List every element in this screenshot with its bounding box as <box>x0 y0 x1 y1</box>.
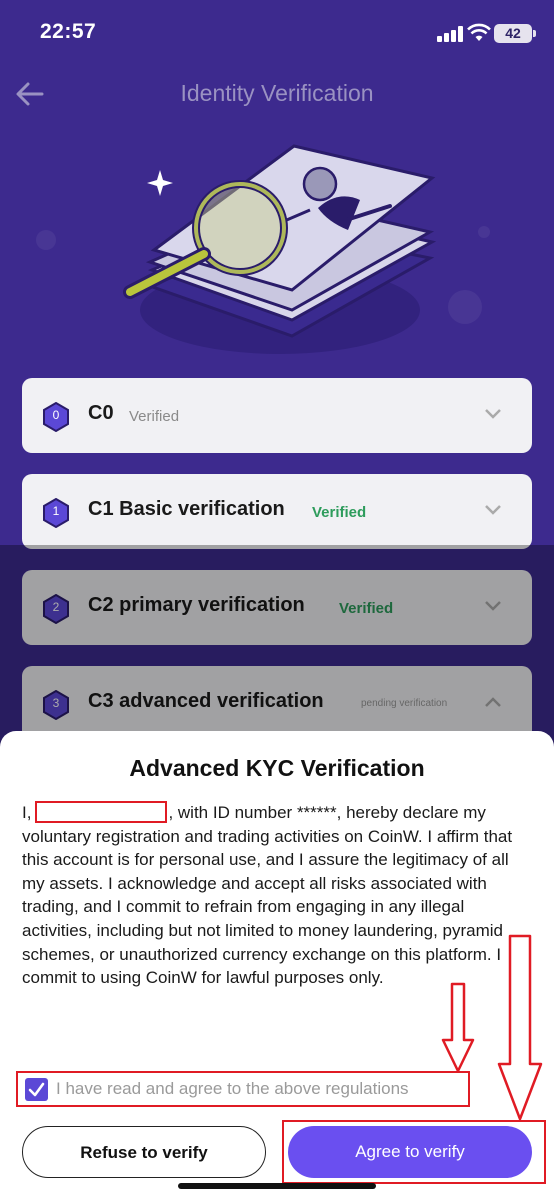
decor-bubble <box>36 230 56 250</box>
app-screen: 22:57 42 Identity Verification 0 C0 Veri… <box>0 0 554 1200</box>
status-bar: 22:57 42 <box>0 0 554 64</box>
home-indicator <box>178 1183 376 1189</box>
level-card-c1[interactable]: 1 C1 Basic verification Verified <box>22 474 532 549</box>
level-title: C0 <box>88 402 114 424</box>
hexagon-badge-icon: 1 <box>42 498 70 528</box>
magnifier-illustration <box>123 144 437 354</box>
wifi-icon <box>467 23 491 41</box>
hexagon-badge-icon: 0 <box>42 402 70 432</box>
agree-checkbox[interactable] <box>25 1078 48 1101</box>
signal-icon <box>437 26 463 42</box>
battery-nub <box>533 30 536 37</box>
level-status: Verified <box>312 504 367 521</box>
redacted-name-box <box>35 801 168 823</box>
checkmark-icon <box>28 1082 45 1097</box>
battery-icon: 42 <box>494 24 532 43</box>
decor-bubble <box>478 226 490 238</box>
level-title: C1 Basic verification <box>88 498 285 520</box>
agree-button[interactable]: Agree to verify <box>288 1126 532 1178</box>
level-status: Verified <box>129 408 180 425</box>
chevron-down-icon[interactable] <box>484 504 502 516</box>
chevron-down-icon[interactable] <box>484 408 502 420</box>
annotation-arrow <box>497 934 543 1121</box>
agree-label: I have read and agree to the above regul… <box>56 1079 409 1098</box>
declaration-text: I,, with ID number ******, hereby declar… <box>22 801 536 990</box>
level-badge-number: 1 <box>52 504 60 518</box>
modal-title: Advanced KYC Verification <box>129 755 425 781</box>
page-title: Identity Verification <box>180 80 374 106</box>
declaration-body: , with ID number ******, hereby declare … <box>22 803 513 988</box>
agree-checkbox-row[interactable]: I have read and agree to the above regul… <box>16 1071 470 1107</box>
annotation-arrow <box>441 982 475 1073</box>
refuse-button[interactable]: Refuse to verify <box>22 1126 266 1178</box>
level-badge-number: 0 <box>52 408 60 422</box>
decor-bubble <box>448 290 482 324</box>
declaration-prefix: I, <box>22 803 32 822</box>
level-card-c0[interactable]: 0 C0 Verified <box>22 378 532 453</box>
status-time: 22:57 <box>40 20 97 43</box>
kyc-modal: Advanced KYC Verification I,, with ID nu… <box>0 731 554 1200</box>
